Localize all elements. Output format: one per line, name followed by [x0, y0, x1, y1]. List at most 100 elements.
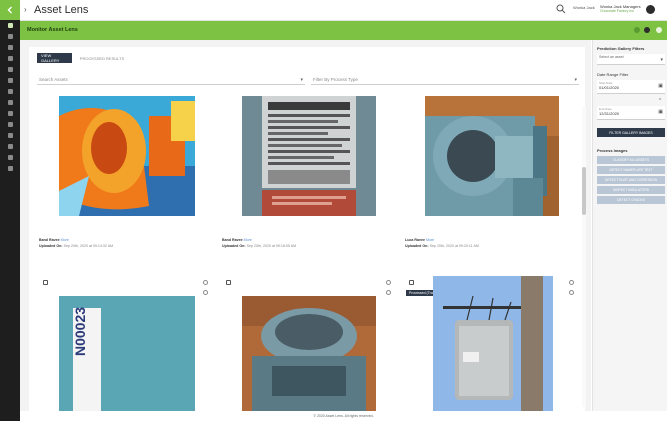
- rotate-icon[interactable]: [203, 280, 208, 285]
- tab-processed-results[interactable]: PROCESSED RESULTS: [75, 53, 129, 63]
- start-date-field[interactable]: Start Date 01/01/2020 ▣: [597, 80, 665, 94]
- detect-nameplate-button[interactable]: DETECT NAMEPLATE TEXT: [597, 166, 665, 174]
- more-link[interactable]: More: [426, 238, 434, 242]
- header-user-short: Wonka Jack: [573, 5, 595, 10]
- transformer-photo: [433, 276, 553, 411]
- photo-card[interactable]: Band Ravee More Uploaded On: Sep 20th, 2…: [37, 96, 213, 260]
- nav-upload-icon[interactable]: [0, 86, 20, 97]
- classify-assets-button[interactable]: CLASSIFY ALL ASSETS: [597, 156, 665, 164]
- nav-tools-icon[interactable]: [0, 97, 20, 108]
- calendar-icon[interactable]: ▣: [658, 109, 663, 115]
- photo-label: Luca Ravee More: [405, 238, 434, 243]
- nav-monitor-icon[interactable]: [0, 53, 20, 64]
- process-images-heading: Process Images: [597, 148, 628, 153]
- uploaded-label: Uploaded On:: [222, 244, 246, 248]
- uploaded-date: Sep 20th, 2020 at 09:18:05 AM: [246, 244, 297, 248]
- inspect-insulators-button[interactable]: INSPECT INSULATORS: [597, 186, 665, 194]
- info-icon[interactable]: [386, 290, 391, 295]
- date-range-heading: Date Range Filter: [597, 72, 629, 77]
- gallery-panel: VIEW GALLERY PROCESSED RESULTS Search As…: [29, 47, 586, 411]
- motor-photo: [425, 96, 559, 216]
- detect-rust-button[interactable]: DETECT RUST AND CORROSION: [597, 176, 665, 184]
- asset-select-placeholder: Select an asset: [599, 55, 624, 59]
- refresh-icon[interactable]: [634, 27, 640, 33]
- asset-tag-text: N00023: [72, 306, 88, 356]
- photo-upload-info: Uploaded On: Sep 20th, 2020 at 09:14:32 …: [39, 244, 113, 249]
- select-checkbox[interactable]: [409, 280, 414, 285]
- filter-side-panel: Prediction Gallery Filters Select an ass…: [592, 40, 667, 411]
- gallery-filters-heading: Prediction Gallery Filters: [597, 46, 645, 51]
- settings-icon[interactable]: [644, 27, 650, 33]
- nav-settings-icon[interactable]: [0, 130, 20, 141]
- page-title-bar: Monitor Asset Lens: [20, 21, 667, 40]
- collapse-nav-button[interactable]: [0, 0, 20, 20]
- uploaded-label: Uploaded On:: [39, 244, 63, 248]
- photo-label: Band Ravee More: [39, 238, 69, 243]
- photo-card[interactable]: N00023: [37, 276, 213, 411]
- process-type-placeholder: Filter By Process Type: [313, 76, 358, 82]
- asset-select[interactable]: Select an asset ▾: [597, 54, 665, 65]
- search-assets-placeholder: Search Assets: [39, 76, 68, 82]
- nav-map-icon[interactable]: [0, 42, 20, 53]
- footer-copyright: © 2020 Asset Lens. All rights reserved.: [313, 414, 374, 418]
- header-user-info[interactable]: Wonka Jack Managers Chocolate Factory In…: [600, 4, 641, 14]
- start-date-value: 01/01/2020: [599, 85, 620, 90]
- more-link[interactable]: More: [61, 238, 69, 242]
- photo-grid: Band Ravee More Uploaded On: Sep 20th, 2…: [37, 96, 575, 411]
- footer: © 2020 Asset Lens. All rights reserved.: [20, 411, 667, 421]
- more-link[interactable]: More: [244, 238, 252, 242]
- top-header: › Asset Lens Wonka Jack Wonka Jack Manag…: [20, 0, 667, 21]
- end-date-field[interactable]: End Date 12/31/2020 ▣: [597, 106, 665, 120]
- uploaded-date: Sep 20th, 2020 at 09:20:11 AM: [429, 244, 479, 248]
- end-date-value: 12/31/2020: [599, 111, 620, 116]
- breadcrumb-chevron-icon: ›: [24, 5, 27, 14]
- rotate-icon[interactable]: [569, 280, 574, 285]
- asset-name: Luca Ravee: [405, 238, 425, 242]
- photo-card[interactable]: [220, 276, 396, 411]
- nav-home-icon[interactable]: [0, 20, 20, 31]
- detect-cracks-button[interactable]: DETECT CRACKS: [597, 196, 665, 204]
- nav-reports-icon[interactable]: [0, 64, 20, 75]
- scrollbar-thumb[interactable]: [582, 167, 586, 215]
- photo-card[interactable]: Processed (Transformer identified): [403, 276, 575, 411]
- nav-help-icon[interactable]: [0, 141, 20, 152]
- photo-upload-info: Uploaded On: Sep 20th, 2020 at 09:18:05 …: [222, 244, 296, 249]
- left-nav-rail: [0, 0, 20, 421]
- calendar-icon[interactable]: ▣: [658, 83, 663, 89]
- select-checkbox[interactable]: [43, 280, 48, 285]
- chevron-up-icon[interactable]: ^: [659, 98, 661, 104]
- nav-info-icon[interactable]: [0, 152, 20, 163]
- nav-assets-icon[interactable]: [0, 31, 20, 42]
- search-assets-dropdown[interactable]: Search Assets ▾: [37, 74, 305, 85]
- app-title: Asset Lens: [34, 4, 89, 16]
- info-icon[interactable]: [569, 290, 574, 295]
- avatar[interactable]: [646, 5, 655, 14]
- tab-view-gallery[interactable]: VIEW GALLERY: [37, 53, 72, 63]
- asset-name: Band Ravee: [222, 238, 243, 242]
- uploaded-label: Uploaded On:: [405, 244, 429, 248]
- toggle-panel-icon[interactable]: [656, 27, 662, 33]
- process-type-dropdown[interactable]: Filter By Process Type ▾: [311, 74, 579, 85]
- search-icon[interactable]: [556, 4, 566, 14]
- nav-data-icon[interactable]: [0, 108, 20, 119]
- photo-card[interactable]: Luca Ravee More Uploaded On: Sep 20th, 2…: [403, 96, 575, 260]
- asset-tag-photo: N00023: [59, 296, 195, 411]
- photo-upload-info: Uploaded On: Sep 20th, 2020 at 09:20:11 …: [405, 244, 479, 249]
- chevron-down-icon: ▾: [300, 77, 303, 83]
- filter-gallery-button[interactable]: FILTER GALLERY IMAGES: [597, 128, 665, 137]
- chevron-left-icon: [7, 6, 12, 14]
- nav-alerts-icon[interactable]: [0, 75, 20, 86]
- page-title: Monitor Asset Lens: [27, 27, 78, 33]
- nav-users-icon[interactable]: [0, 119, 20, 130]
- gallery-scrollbar[interactable]: [582, 107, 586, 407]
- nav-logout-icon[interactable]: [0, 163, 20, 174]
- nameplate-photo: [242, 96, 376, 216]
- chevron-down-icon: ▾: [660, 57, 663, 63]
- info-icon[interactable]: [203, 290, 208, 295]
- rotate-icon[interactable]: [386, 280, 391, 285]
- photo-card[interactable]: Band Ravee More Uploaded On: Sep 20th, 2…: [220, 96, 396, 260]
- machine-photo: [242, 296, 376, 411]
- header-user-org: Chocolate Factory Inc: [600, 9, 635, 13]
- select-checkbox[interactable]: [226, 280, 231, 285]
- main-content: VIEW GALLERY PROCESSED RESULTS Search As…: [20, 40, 591, 411]
